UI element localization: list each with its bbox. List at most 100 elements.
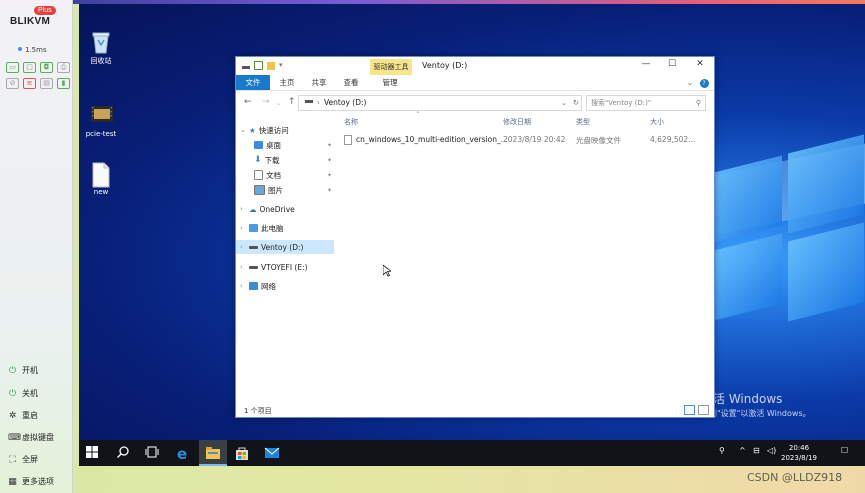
tree-quick-access[interactable]: ⌄ ★ 快速访问	[240, 123, 289, 137]
tab-view[interactable]: 查看	[336, 75, 366, 90]
file-explorer-window: ▾ 驱动器工具 Ventoy (D:) — ☐ ✕ 文件 主页 共享 查看 管理…	[235, 56, 715, 418]
people-icon[interactable]: ⚲	[719, 446, 725, 455]
file-explorer-taskbar-button[interactable]	[199, 440, 227, 466]
drive-tools-tab[interactable]: 驱动器工具	[370, 59, 412, 75]
recycle-bin-icon	[90, 30, 112, 54]
recent-chevron-down-icon[interactable]: ⌄	[276, 99, 282, 107]
virtual-keyboard-label: 虚拟键盘	[22, 433, 54, 442]
search-button[interactable]	[116, 445, 132, 461]
tree-downloads[interactable]: ⬇ 下载 ✦	[254, 153, 332, 167]
qa-dropdown-icon[interactable]: ▾	[279, 61, 283, 70]
volume-tray-icon[interactable]: ◁)	[767, 446, 776, 455]
ribbon-tabs: 文件 主页 共享 查看 管理 ⌄ ?	[236, 75, 714, 91]
more-options-label: 更多选项	[22, 477, 54, 486]
address-bar[interactable]: › Ventoy (D:) ⌄ ↻	[298, 95, 582, 111]
network-tray-icon[interactable]: ⊟	[753, 446, 760, 455]
address-dropdown-icon[interactable]: ⌄	[561, 96, 567, 110]
fullscreen-button[interactable]: ⛶ 全屏	[8, 454, 38, 465]
desktop-icon-new[interactable]: new	[79, 162, 126, 196]
ribbon-expand-icon[interactable]: ⌄	[684, 75, 696, 90]
refresh-icon[interactable]: ↻	[573, 96, 579, 110]
power-on-label: 开机	[22, 366, 38, 375]
desktop-folder-icon	[254, 141, 263, 149]
tab-manage[interactable]: 管理	[375, 75, 405, 90]
search-icon	[117, 446, 129, 458]
sort-indicator-icon: ˄	[416, 111, 420, 119]
minimize-button[interactable]: —	[634, 59, 658, 69]
brand-name: BLIKVM	[10, 16, 51, 27]
monitor-status-icon[interactable]: □	[23, 62, 36, 73]
desktop-icon-pcie-test[interactable]: pcie-test	[79, 104, 126, 138]
virtual-keyboard-button[interactable]: ⌨ 虚拟键盘	[8, 432, 54, 443]
up-arrow-icon[interactable]: ↑	[288, 97, 296, 107]
activation-watermark-text: 转到"设置"以激活 Windows。	[701, 409, 811, 418]
maximize-button[interactable]: ☐	[660, 59, 684, 69]
properties-icon[interactable]	[254, 61, 263, 70]
close-button[interactable]: ✕	[688, 59, 712, 69]
address-drive-icon	[305, 100, 313, 103]
column-header-date[interactable]: 修改日期	[503, 117, 531, 127]
clock-time: 20:46	[788, 444, 810, 452]
restart-button[interactable]: ✲ 重启	[8, 410, 38, 421]
window-title: Ventoy (D:)	[422, 61, 468, 70]
notification-icon[interactable]: ☐	[841, 446, 848, 455]
tree-collapsed-chevron-icon: ›	[240, 282, 243, 290]
network-status-icon[interactable]: ≡	[23, 78, 36, 89]
task-view-icon	[145, 446, 159, 458]
more-options-button[interactable]: ▦ 更多选项	[8, 476, 54, 487]
pin-icon: ✦	[326, 186, 332, 194]
tab-file[interactable]: 文件	[236, 75, 270, 90]
window-title-bar[interactable]: ▾ 驱动器工具 Ventoy (D:) — ☐ ✕	[236, 57, 714, 75]
search-magnifier-icon[interactable]: ⚲	[696, 96, 701, 110]
task-view-button[interactable]	[145, 445, 161, 461]
power-on-button[interactable]: ⏻ 开机	[8, 365, 38, 376]
mouse-status-icon[interactable]: ◘	[40, 62, 53, 73]
star-icon: ★	[249, 125, 256, 135]
tree-desktop[interactable]: 桌面 ✦	[254, 138, 332, 152]
tree-onedrive[interactable]: › ☁ OneDrive	[240, 202, 295, 216]
tree-vtoyefi-drive[interactable]: › VTOYEFI (E:)	[240, 260, 308, 274]
tree-pictures[interactable]: 图片 ✦	[254, 183, 332, 197]
drive-icon	[249, 265, 258, 269]
kvm-control-panel: Plus BLIKVM 1.5ms ▭ □ ◘ ⎙ ⊘ ≡ ▤ ▮ ⏻ 开机 ⏻ 关…	[0, 0, 73, 493]
pictures-icon	[254, 185, 265, 195]
tray-overflow-icon[interactable]: ^	[739, 446, 746, 455]
help-icon[interactable]: ?	[698, 75, 710, 90]
keyboard-status-icon[interactable]: ▭	[6, 62, 19, 73]
restart-label: 重启	[22, 411, 38, 420]
printer-status-icon[interactable]: ⎙	[57, 62, 70, 73]
tree-documents[interactable]: 文档 ✦	[254, 168, 332, 182]
column-header-name[interactable]: 名称	[344, 117, 358, 127]
large-icons-view-icon[interactable]	[698, 405, 709, 415]
back-arrow-icon[interactable]: ←	[244, 97, 252, 107]
column-header-type[interactable]: 类型	[576, 117, 590, 127]
tree-network[interactable]: › 网络	[240, 279, 276, 293]
fullscreen-label: 全屏	[22, 455, 38, 464]
pcie-test-label: pcie-test	[85, 130, 117, 138]
edge-taskbar-button[interactable]: e	[175, 445, 191, 463]
keyboard-icon: ⌨	[8, 432, 21, 443]
power-off-button[interactable]: ⏻ 关机	[8, 388, 38, 399]
store-taskbar-button[interactable]	[234, 445, 250, 461]
quick-access-toolbar: ▾	[242, 61, 283, 70]
tree-ventoy-drive[interactable]: › Ventoy (D:)	[236, 240, 334, 254]
new-folder-icon[interactable]	[267, 61, 275, 70]
taskbar-clock[interactable]: 20:46 2023/8/19	[781, 443, 817, 463]
status-icons-row-2: ⊘ ≡ ▤ ▮	[6, 78, 70, 89]
store-bag-icon	[236, 447, 248, 460]
storage-status-icon[interactable]: ▤	[40, 78, 53, 89]
details-view-icon[interactable]	[684, 405, 695, 415]
wallpaper-windows-logo	[714, 124, 864, 344]
disabled-status-icon[interactable]: ⊘	[6, 78, 19, 89]
desktop-icon-recycle-bin[interactable]: 回收站	[79, 30, 126, 66]
tree-this-pc[interactable]: › 此电脑	[240, 221, 284, 235]
search-box[interactable]: 搜索"Ventoy (D:)" ⚲	[586, 95, 706, 111]
column-header-size[interactable]: 大小	[650, 117, 664, 127]
forward-arrow-icon[interactable]: →	[262, 97, 270, 107]
tab-share[interactable]: 共享	[304, 75, 334, 90]
mail-taskbar-button[interactable]	[264, 445, 280, 461]
battery-status-icon[interactable]: ▮	[57, 78, 70, 89]
address-text: Ventoy (D:)	[324, 98, 367, 107]
tab-home[interactable]: 主页	[272, 75, 302, 90]
start-button[interactable]	[85, 445, 101, 461]
